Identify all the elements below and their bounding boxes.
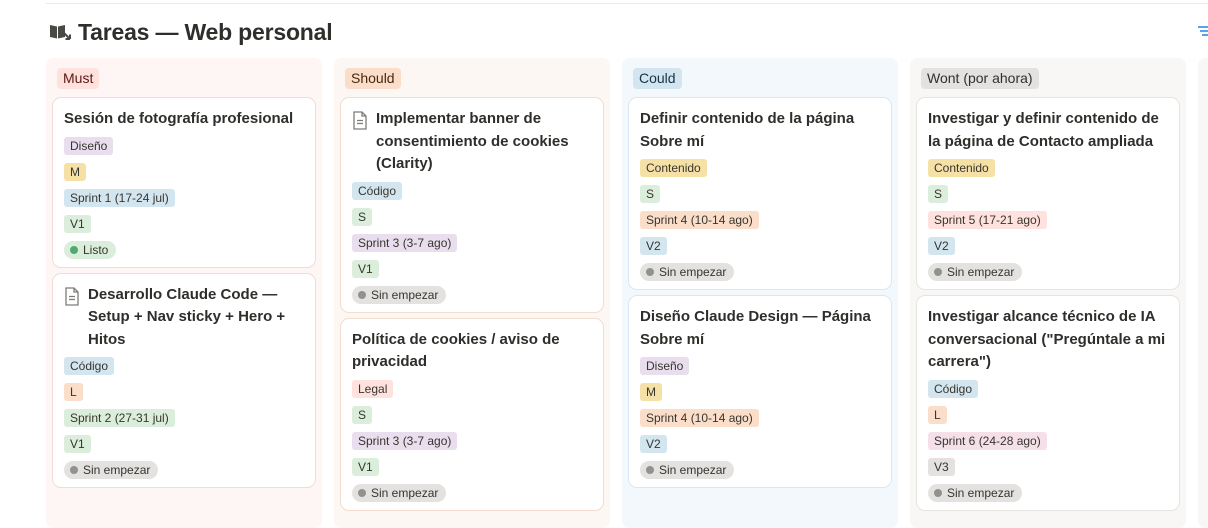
status-badge: Listo — [64, 240, 117, 259]
property-tag: S — [352, 405, 373, 424]
property-tag: L — [64, 383, 83, 401]
page-icon — [64, 286, 80, 311]
column-label: Should — [345, 67, 401, 89]
column-label: Could — [633, 67, 682, 89]
status-label: Sin empezar — [371, 287, 439, 302]
property-tag: Sprint 3 (3-7 ago) — [352, 431, 458, 450]
property-tag: V2 — [640, 237, 667, 255]
task-card[interactable]: Investigar y definir contenido de la pág… — [917, 98, 1179, 289]
property-tag: Sprint 3 (3-7 ago) — [352, 233, 458, 252]
status-badge: Sin empezar — [640, 461, 735, 479]
property-tag: Código — [352, 181, 403, 200]
property-tag: Sprint 2 (27-31 jul) — [64, 409, 175, 427]
property-tag: Sprint 1 (17-24 jul) — [64, 188, 175, 207]
status-badge: Sin empezar — [352, 483, 447, 502]
property-tag: Legal — [352, 379, 394, 398]
filter-icon[interactable] — [1198, 24, 1208, 38]
top-divider — [46, 3, 1208, 4]
property-tag: Sprint 4 (10-14 ago) — [640, 409, 759, 427]
column-label: Wont (por ahora) — [921, 67, 1039, 89]
card-title: Diseño Claude Design — Página Sobre mí — [640, 308, 871, 348]
task-card[interactable]: Definir contenido de la página Sobre mí C… — [629, 98, 891, 289]
status-dot-icon — [358, 290, 366, 299]
status-label: Sin empezar — [947, 265, 1015, 279]
property-tag: L — [928, 405, 947, 424]
status-dot-icon — [70, 466, 78, 474]
property-tag: V2 — [640, 435, 667, 453]
property-tag: V1 — [352, 457, 379, 476]
property-tag: M — [64, 162, 86, 181]
property-tag: S — [928, 185, 949, 203]
property-tag: S — [640, 185, 661, 203]
column-label: Must — [57, 67, 100, 89]
status-badge: Sin empezar — [928, 263, 1023, 281]
property-tag: Sprint 6 (24-28 ago) — [928, 431, 1047, 450]
kanban-board: Must Sesión de fotografía profesional Dise… — [46, 58, 1208, 528]
card-title: Investigar alcance técnico de IA convers… — [928, 308, 1166, 370]
status-label: Listo — [83, 242, 109, 257]
task-card[interactable]: Diseño Claude Design — Página Sobre mí Di… — [629, 296, 891, 487]
card-title: Política de cookies / aviso de privacida… — [352, 330, 560, 371]
column-header[interactable]: Should — [334, 58, 610, 98]
book-icon — [48, 22, 72, 42]
status-dot-icon — [934, 268, 942, 276]
task-card[interactable]: Implementar banner de consentimiento de … — [341, 98, 603, 312]
status-dot-icon — [646, 466, 654, 474]
card-title: Definir contenido de la página Sobre mí — [640, 110, 855, 150]
status-dot-icon — [70, 245, 78, 254]
board-column: Must Sesión de fotografía profesional Dise… — [46, 58, 322, 528]
property-tag: Diseño — [640, 357, 690, 375]
task-card[interactable]: Desarrollo Claude Code — Setup + Nav sti… — [53, 273, 315, 487]
property-tag: V3 — [928, 457, 955, 476]
status-badge: Sin empezar — [352, 285, 447, 304]
property-tag: V1 — [352, 259, 379, 278]
property-tag: Sprint 5 (17-21 ago) — [928, 211, 1047, 229]
property-tag: Contenido — [640, 159, 707, 177]
property-tag: Diseño — [64, 136, 114, 155]
property-tag: Sprint 4 (10-14 ago) — [640, 211, 759, 229]
board-column: Wont (por ahora) Investigar y definir con… — [910, 58, 1186, 528]
status-badge: Sin empezar — [64, 461, 159, 479]
status-dot-icon — [358, 488, 366, 497]
property-tag: S — [352, 207, 373, 226]
card-title: Sesión de fotografía profesional — [64, 110, 294, 127]
status-label: Sin empezar — [83, 463, 151, 477]
card-title: Investigar y definir contenido de la pág… — [928, 110, 1159, 150]
board-column: Should Implementar banner de consentimien… — [334, 58, 610, 528]
status-badge: Sin empezar — [640, 263, 735, 281]
status-label: Sin empezar — [947, 485, 1015, 500]
status-dot-icon — [934, 488, 942, 497]
property-tag: V1 — [64, 214, 91, 233]
card-title: Implementar banner de consentimiento de … — [376, 110, 569, 172]
column-header[interactable]: Must — [46, 58, 322, 98]
status-badge: Sin empezar — [928, 483, 1023, 502]
task-card[interactable]: Sesión de fotografía profesional Diseño M S… — [53, 98, 315, 267]
card-title: Desarrollo Claude Code — Setup + Nav sti… — [88, 285, 286, 348]
property-tag: Contenido — [928, 159, 995, 177]
property-tag: M — [640, 383, 662, 401]
status-dot-icon — [646, 268, 654, 276]
status-label: Sin empezar — [371, 485, 439, 500]
task-card[interactable]: Política de cookies / aviso de privacida… — [341, 318, 603, 510]
column-header[interactable]: Could — [622, 58, 898, 98]
property-tag: Código — [64, 357, 115, 375]
board-column-partial — [1198, 58, 1208, 528]
task-card[interactable]: Investigar alcance técnico de IA convers… — [917, 296, 1179, 510]
board-column: Could Definir contenido de la página Sobr… — [622, 58, 898, 528]
page-icon — [352, 111, 368, 135]
column-header[interactable]: Wont (por ahora) — [910, 58, 1186, 98]
property-tag: V2 — [928, 237, 955, 255]
property-tag: V1 — [64, 435, 91, 453]
page-title: Tareas — Web personal — [78, 18, 333, 45]
property-tag: Código — [928, 379, 979, 398]
board-header: Tareas — Web personal — [48, 17, 333, 47]
status-label: Sin empezar — [659, 463, 727, 477]
status-label: Sin empezar — [659, 265, 727, 279]
